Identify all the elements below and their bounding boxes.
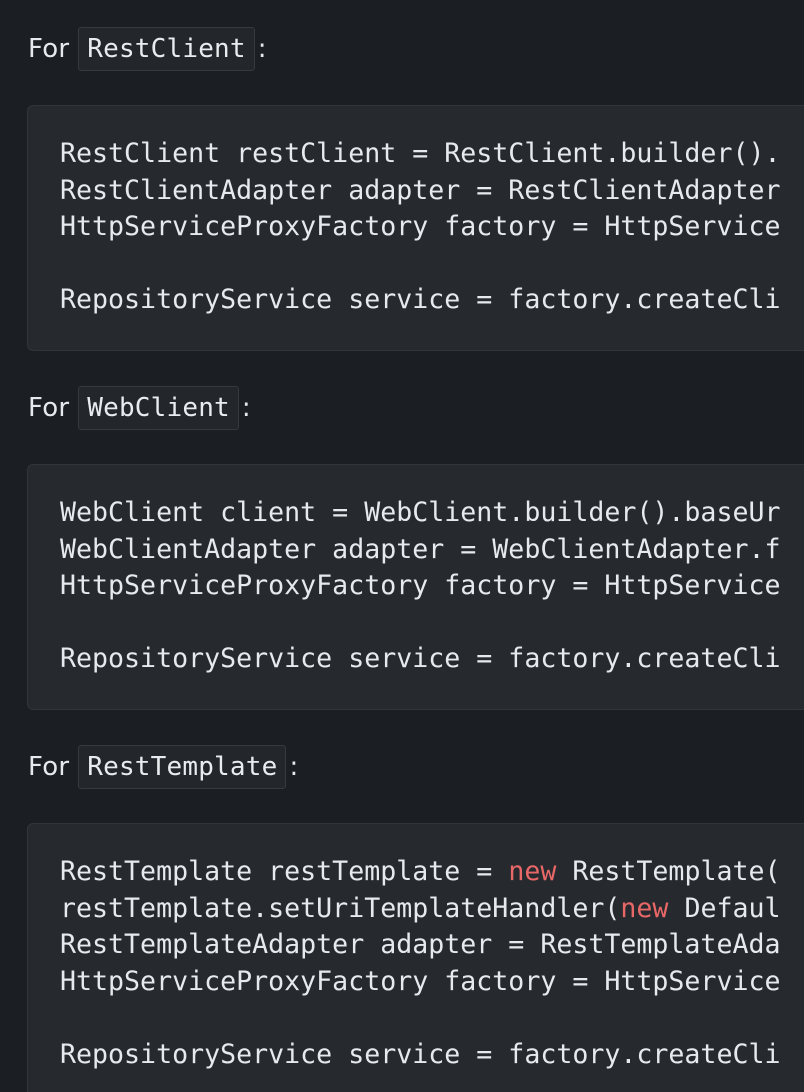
code-line: RepositoryService service = factory.crea…: [60, 641, 781, 678]
code-token: RestTemplate restTemplate =: [60, 856, 509, 887]
code-token: RestClientAdapter adapter = RestClientAd…: [60, 174, 781, 206]
code-token: RepositoryService service = factory.crea…: [60, 1038, 781, 1070]
code-block-resttemplate[interactable]: RestTemplate restTemplate = new RestTemp…: [27, 823, 804, 1092]
code-token: WebClient client = WebClient.builder().b…: [60, 497, 781, 528]
code-line: RepositoryService service = factory.crea…: [60, 1037, 781, 1074]
code-line: RestTemplateAdapter adapter = RestTempla…: [60, 927, 781, 964]
document: For RestClient : RestClient restClient =…: [0, 0, 804, 1092]
code-line: WebClientAdapter adapter = WebClientAdap…: [60, 532, 781, 569]
code-token: RestClient restClient = RestClient.build…: [60, 138, 781, 169]
section-heading: For RestClient :: [28, 27, 267, 71]
code-block-restclient[interactable]: RestClient restClient = RestClient.build…: [27, 105, 804, 351]
code-token: RestTemplate(: [556, 856, 781, 887]
code-keyword: new: [620, 892, 669, 924]
code-block-webclient[interactable]: WebClient client = WebClient.builder().b…: [27, 464, 804, 710]
code-line: WebClient client = WebClient.builder().b…: [60, 495, 781, 532]
code-line: HttpServiceProxyFactory factory = HttpSe…: [60, 964, 781, 1001]
code-token: RestTemplateAdapter adapter = RestTempla…: [60, 929, 781, 961]
inline-code-resttemplate: RestTemplate: [78, 745, 287, 789]
code-line: restTemplate.setUriTemplateHandler(new D…: [60, 891, 781, 928]
heading-suffix: :: [289, 752, 299, 782]
code-line: HttpServiceProxyFactory factory = HttpSe…: [60, 568, 781, 605]
code-token: HttpServiceProxyFactory factory = HttpSe…: [60, 965, 781, 997]
section-heading: For WebClient :: [28, 386, 251, 430]
code-content: RestTemplate restTemplate = new RestTemp…: [60, 854, 781, 1074]
inline-code-restclient: RestClient: [78, 27, 255, 71]
code-token: RepositoryService service = factory.crea…: [60, 284, 781, 316]
section-heading: For RestTemplate :: [28, 745, 299, 789]
code-token: HttpServiceProxyFactory factory = HttpSe…: [60, 570, 781, 602]
code-token: HttpServiceProxyFactory factory = HttpSe…: [60, 211, 781, 243]
code-keyword: new: [508, 856, 557, 887]
code-line: HttpServiceProxyFactory factory = HttpSe…: [60, 209, 781, 246]
heading-prefix: For: [28, 752, 70, 782]
code-token: Defaul: [668, 892, 781, 924]
code-token: WebClientAdapter adapter = WebClientAdap…: [60, 533, 781, 565]
heading-suffix: :: [257, 34, 267, 64]
code-line: RepositoryService service = factory.crea…: [60, 282, 781, 319]
code-content: RestClient restClient = RestClient.build…: [60, 136, 781, 319]
heading-prefix: For: [28, 393, 70, 423]
code-line: RestClient restClient = RestClient.build…: [60, 136, 781, 173]
inline-code-webclient: WebClient: [78, 386, 239, 430]
code-token: RepositoryService service = factory.crea…: [60, 643, 781, 675]
code-content: WebClient client = WebClient.builder().b…: [60, 495, 781, 678]
code-line: RestClientAdapter adapter = RestClientAd…: [60, 173, 781, 210]
heading-prefix: For: [28, 34, 70, 64]
heading-suffix: :: [241, 393, 251, 423]
code-token: restTemplate.setUriTemplateHandler(: [60, 892, 621, 924]
code-line: RestTemplate restTemplate = new RestTemp…: [60, 854, 781, 891]
